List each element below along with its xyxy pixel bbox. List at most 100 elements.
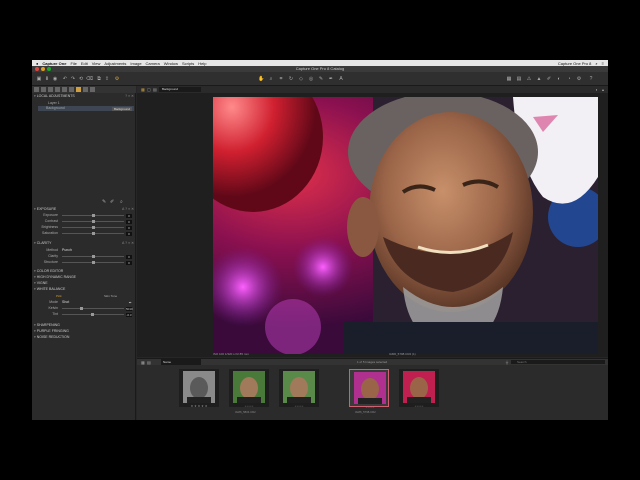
apply-icon[interactable]: ⇪: [104, 76, 110, 82]
filter-icon[interactable]: ⏚: [505, 360, 509, 366]
menu-edit[interactable]: Edit: [81, 61, 88, 66]
warning-icon[interactable]: ⚠: [526, 76, 532, 82]
thumbnail[interactable]: • • • • •: [399, 369, 439, 408]
menu-image[interactable]: Image: [130, 61, 141, 66]
list-icon[interactable]: ≡: [602, 61, 604, 66]
reset-icon[interactable]: ⟲: [78, 76, 84, 82]
menu-help[interactable]: Help: [198, 61, 206, 66]
menu-camera[interactable]: Camera: [146, 61, 160, 66]
redo-icon[interactable]: ↷: [70, 76, 76, 82]
exposure-warning-icon[interactable]: ▲: [536, 76, 542, 82]
hdr-header[interactable]: HIGH DYNAMIC RANGE: [34, 275, 134, 280]
brush-tool-icon[interactable]: ✎: [318, 76, 324, 82]
clarity-slider-track[interactable]: [62, 255, 124, 258]
wb-value-field[interactable]: 5010: [126, 306, 133, 311]
compare-icon[interactable]: ▤: [516, 76, 522, 82]
section-controls-icon[interactable]: ? ≡ ✕: [125, 94, 134, 99]
wb-value-field[interactable]: -0.3: [126, 312, 132, 317]
exposure-slider-track[interactable]: [62, 232, 124, 235]
wb-pick-tag[interactable]: Pick: [56, 294, 62, 298]
menu-window[interactable]: Window: [164, 61, 178, 66]
variant-tab[interactable]: Background: [159, 87, 201, 92]
sort-icon[interactable]: ▦: [141, 360, 145, 365]
background-button[interactable]: Background: [111, 106, 132, 111]
clarity-header[interactable]: CLARITY A ? ≡ ✕: [34, 241, 134, 246]
tab-composition[interactable]: [55, 87, 60, 92]
exposure-value-field[interactable]: 0: [126, 225, 132, 230]
wb-slider-track[interactable]: [62, 307, 124, 310]
exposure-slider-knob[interactable]: [92, 226, 95, 229]
tab-library[interactable]: [34, 87, 39, 92]
menu-adjustments[interactable]: Adjustments: [104, 61, 126, 66]
clarity-method-select[interactable]: Punch: [62, 248, 72, 253]
thumbnail-rating[interactable]: • • • • •: [279, 404, 319, 408]
exposure-slider-track[interactable]: [62, 220, 124, 223]
exposure-value-field[interactable]: 0: [126, 231, 132, 236]
apple-icon[interactable]: ●: [36, 61, 38, 66]
search-icon[interactable]: ⌕: [595, 61, 597, 66]
undo-icon[interactable]: ↶: [62, 76, 68, 82]
thumbnail[interactable]: • • • • •: [279, 369, 319, 408]
wb-slider-knob[interactable]: [90, 313, 94, 316]
tab-exposure[interactable]: [69, 87, 74, 92]
thumbnail[interactable]: • • • • •: [229, 369, 269, 408]
clarity-slider-knob[interactable]: [92, 255, 95, 258]
layer-item-selected[interactable]: Background Background: [38, 106, 134, 111]
close-window-icon[interactable]: [35, 67, 39, 71]
menu-app[interactable]: Capture One: [42, 61, 66, 66]
camera-icon[interactable]: ◉: [52, 76, 58, 82]
color-editor-header[interactable]: COLOR EDITOR: [34, 269, 134, 274]
library-icon[interactable]: ▣: [36, 76, 42, 82]
main-photo[interactable]: [213, 97, 598, 354]
wb-picker-icon[interactable]: ✒: [328, 76, 334, 82]
clarity-value-field[interactable]: 0: [126, 260, 132, 265]
picker-icon[interactable]: ✐: [546, 76, 552, 82]
exposure-header[interactable]: EXPOSURE A ? ≡ ✕: [34, 207, 134, 212]
eyedropper-icon[interactable]: ✒: [129, 300, 132, 305]
tab-metadata[interactable]: [90, 87, 95, 92]
tab-capture[interactable]: [41, 87, 46, 92]
exposure-slider-knob[interactable]: [92, 214, 95, 217]
menu-scripts[interactable]: Scripts: [182, 61, 194, 66]
wb-slider-track[interactable]: [62, 313, 124, 316]
collection-select[interactable]: Name: [161, 359, 201, 365]
wb-skin-tone-tag[interactable]: Skin Tone: [104, 294, 117, 298]
exposure-value-field[interactable]: 0: [126, 219, 132, 224]
zoom-tool-icon[interactable]: ⌕: [268, 76, 274, 82]
brush-icon[interactable]: ✎: [102, 199, 106, 205]
import-icon[interactable]: ⬇: [44, 76, 50, 82]
keystone-tool-icon[interactable]: ◇: [298, 76, 304, 82]
vignetting-header[interactable]: VIGNE: [34, 281, 134, 286]
viewer-grid-icon[interactable]: ▦: [141, 87, 145, 92]
thumbnail[interactable]: • • • • •: [349, 369, 390, 409]
exposure-slider-track[interactable]: [62, 226, 124, 229]
viewer-options-icon[interactable]: ◐: [596, 87, 598, 92]
proof-icon[interactable]: ◔: [566, 76, 572, 82]
purple-fringing-header[interactable]: PURPLE FRINGING: [34, 329, 134, 334]
exposure-slider-knob[interactable]: [92, 220, 95, 223]
tab-local[interactable]: [83, 87, 88, 92]
wb-mode-select[interactable]: Shot: [62, 300, 69, 305]
local-adjustments-header[interactable]: LOCAL ADJUSTMENTS ? ≡ ✕: [34, 94, 134, 99]
clarity-value-field[interactable]: 0: [126, 254, 132, 259]
search-field[interactable]: Search: [511, 360, 605, 364]
crop-tool-icon[interactable]: ⌗: [278, 76, 284, 82]
white-balance-header[interactable]: WHITE BALANCE: [34, 287, 134, 292]
settings-icon[interactable]: ⚙: [576, 76, 582, 82]
tab-lens[interactable]: [48, 87, 53, 92]
thumbnail[interactable]: ★ ★ ★ ★ ★: [179, 369, 219, 408]
thumbnail-rating[interactable]: • • • • •: [350, 405, 390, 409]
tab-details[interactable]: [76, 87, 81, 92]
menu-file[interactable]: File: [70, 61, 76, 66]
viewer-close-icon[interactable]: ▴: [602, 87, 604, 92]
help-icon[interactable]: ?: [588, 76, 594, 82]
tab-color[interactable]: [62, 87, 67, 92]
viewer-multi-icon[interactable]: ▤: [153, 87, 157, 92]
focus-icon[interactable]: ◐: [556, 76, 562, 82]
wb-slider-knob[interactable]: [80, 307, 83, 310]
rotate-tool-icon[interactable]: ↻: [288, 76, 294, 82]
thumbnail-rating[interactable]: • • • • •: [399, 404, 439, 408]
viewer-single-icon[interactable]: ▢: [147, 87, 151, 92]
hand-tool-icon[interactable]: ✋: [258, 76, 264, 82]
thumbnail-rating[interactable]: • • • • •: [229, 404, 269, 408]
